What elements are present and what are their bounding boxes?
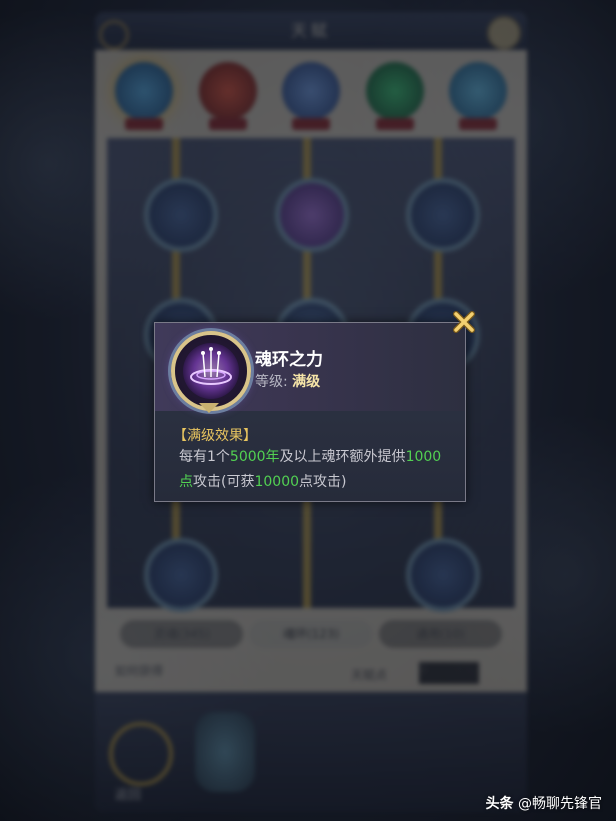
soul-ring-power-icon [171,331,251,411]
effect-text-part: 每有1个 [179,449,230,465]
close-x-icon[interactable] [452,310,476,334]
watermark-brand: 头条 [485,796,514,812]
level-label: 等级: [255,374,288,390]
effect-text-part: 及以上魂环额外提供 [279,449,406,465]
effect-highlight-total: 10000 [254,474,300,490]
watermark-account: @畅聊先锋官 [518,796,602,812]
watermark: 头条 @畅聊先锋官 [486,793,602,813]
skill-name: 魂环之力 [255,350,323,370]
popup-header: 魂环之力 等级: 满级 [155,323,465,413]
effect-text-part: 点攻击) [299,474,347,490]
effect-title: 【满级效果】 [173,428,257,444]
effect-highlight-years: 5000年 [229,449,280,465]
skill-level: 等级: 满级 [255,371,320,391]
talent-detail-popup: 魂环之力 等级: 满级 【满级效果】 每有1个5000年及以上魂环额外提供100… [154,322,466,502]
effect-text-part: 攻击(可获 [193,474,255,490]
level-value: 满级 [292,374,321,390]
effect-description: 每有1个5000年及以上魂环额外提供1000点攻击(可获10000点攻击) [179,445,455,495]
